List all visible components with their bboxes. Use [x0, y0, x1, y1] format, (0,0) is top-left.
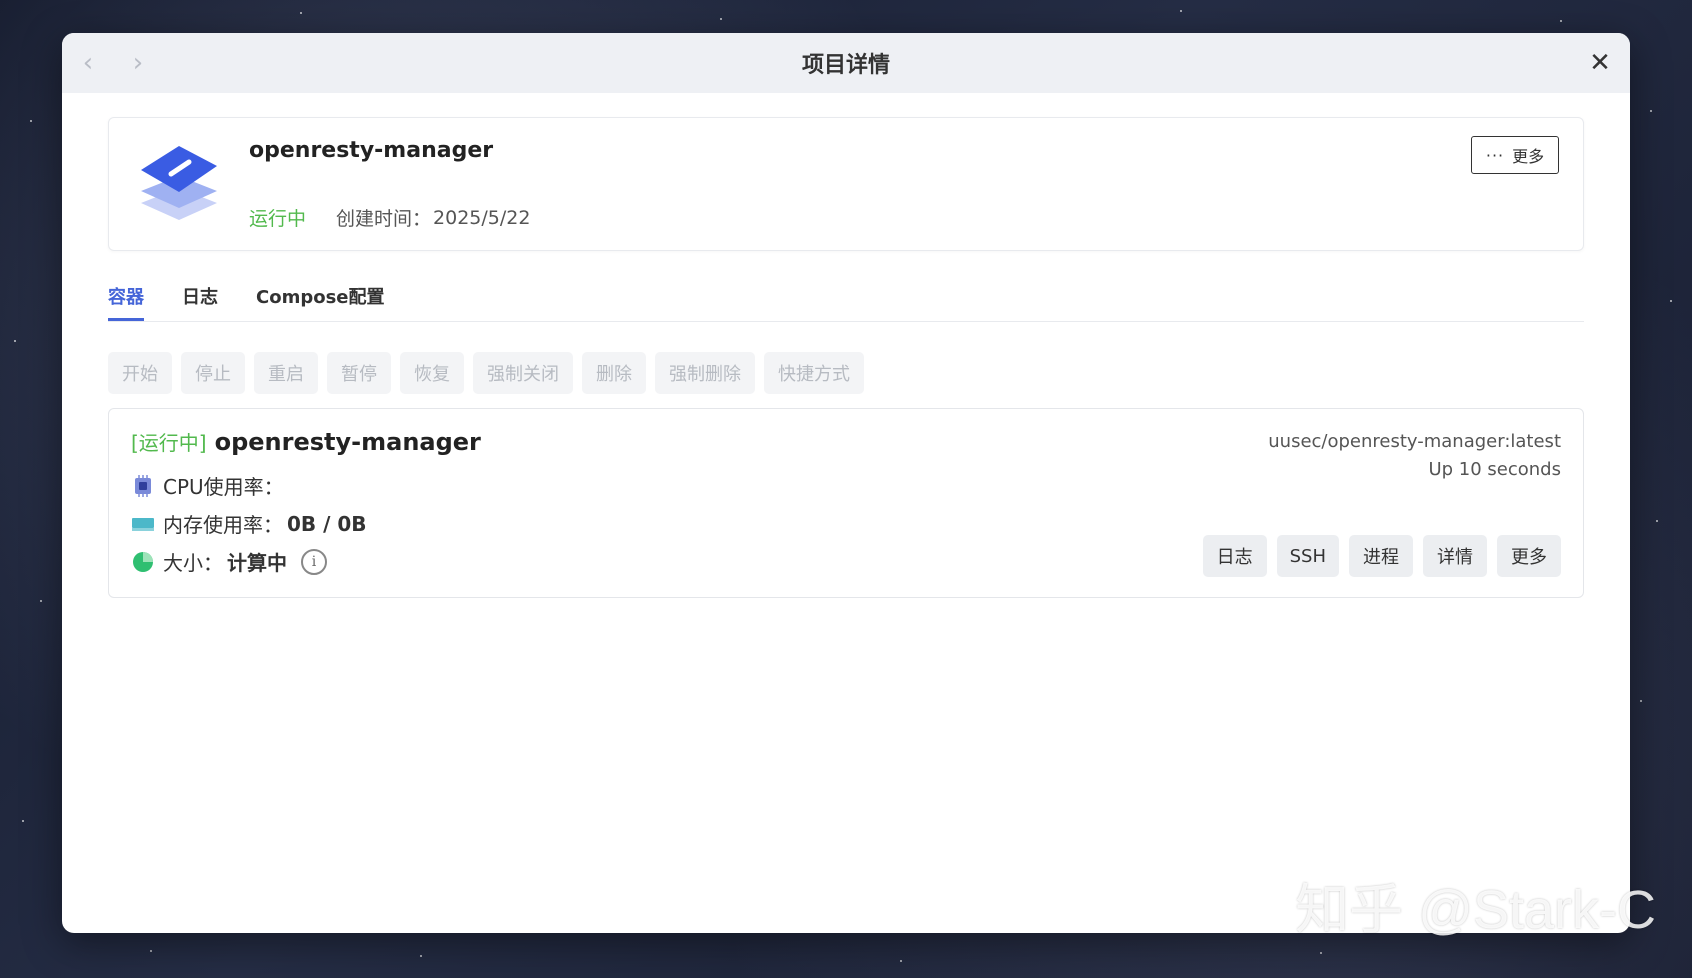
- delete-button[interactable]: 删除: [582, 352, 646, 394]
- forward-button[interactable]: ›: [122, 47, 154, 79]
- project-details-window: ‹ › 项目详情 ✕ openresty-manager 运行中 创建时间： 2…: [62, 33, 1630, 933]
- container-image: uusec/openresty-manager:latest: [1268, 431, 1561, 452]
- cpu-usage-row: CPU使用率：: [131, 471, 288, 500]
- container-status: [运行中]: [131, 431, 207, 455]
- container-uptime: Up 10 seconds: [1428, 459, 1561, 480]
- tab-bar: 容器 日志 Compose配置: [108, 279, 1584, 322]
- tab-compose-config[interactable]: Compose配置: [256, 283, 385, 321]
- size-value: 计算中: [227, 551, 287, 575]
- cpu-chip-icon: [131, 474, 155, 498]
- container-name: openresty-manager: [214, 428, 481, 456]
- title-bar: ‹ › 项目详情 ✕: [62, 33, 1630, 93]
- content-area: openresty-manager 运行中 创建时间： 2025/5/22 ··…: [62, 93, 1630, 598]
- cpu-usage-label: CPU使用率：: [163, 475, 284, 499]
- project-meta: 运行中 创建时间： 2025/5/22: [249, 204, 530, 231]
- window-title: 项目详情: [801, 53, 890, 78]
- chevron-left-icon: ‹: [82, 48, 94, 78]
- project-status: 运行中: [249, 208, 307, 230]
- memory-icon: [131, 512, 155, 536]
- memory-usage-label: 内存使用率：: [163, 513, 283, 537]
- container-title: [运行中] openresty-manager: [131, 427, 481, 456]
- force-stop-button[interactable]: 强制关闭: [473, 352, 573, 394]
- memory-usage-row: 内存使用率： 0B / 0B: [131, 509, 367, 538]
- created-label: 创建时间：: [336, 208, 432, 230]
- info-icon[interactable]: i: [301, 548, 327, 575]
- tab-logs[interactable]: 日志: [182, 283, 218, 321]
- container-logs-button[interactable]: 日志: [1202, 535, 1267, 577]
- memory-usage-value: 0B / 0B: [287, 511, 367, 536]
- size-row: 大小： 计算中 i: [131, 547, 327, 576]
- created-value: 2025/5/22: [433, 206, 531, 229]
- project-name: openresty-manager: [249, 138, 494, 163]
- chevron-right-icon: ›: [132, 48, 144, 78]
- stop-button[interactable]: 停止: [181, 352, 245, 394]
- pause-button[interactable]: 暂停: [327, 352, 391, 394]
- tab-containers[interactable]: 容器: [108, 283, 144, 321]
- pie-chart-icon: [131, 550, 155, 574]
- close-button[interactable]: ✕: [1584, 47, 1616, 79]
- container-card: [运行中] openresty-manager uusec/openresty-…: [108, 408, 1584, 598]
- close-icon: ✕: [1589, 48, 1611, 78]
- force-delete-button[interactable]: 强制删除: [655, 352, 755, 394]
- stack-layers-icon: [141, 146, 217, 220]
- resume-button[interactable]: 恢复: [400, 352, 464, 394]
- start-button[interactable]: 开始: [108, 352, 172, 394]
- container-ssh-button[interactable]: SSH: [1276, 535, 1339, 577]
- container-more-button[interactable]: 更多: [1497, 535, 1561, 577]
- project-more-button[interactable]: ··· 更多: [1471, 136, 1559, 174]
- back-button[interactable]: ‹: [72, 47, 104, 79]
- container-actions: 日志 SSH 进程 详情 更多: [1202, 535, 1561, 577]
- size-label: 大小：: [163, 551, 223, 575]
- project-more-label: 更多: [1512, 147, 1545, 166]
- restart-button[interactable]: 重启: [254, 352, 318, 394]
- project-card: openresty-manager 运行中 创建时间： 2025/5/22 ··…: [108, 117, 1584, 251]
- more-dots-icon: ···: [1485, 145, 1505, 165]
- watermark: 知乎 @Stark-C: [1295, 880, 1656, 940]
- shortcut-button[interactable]: 快捷方式: [764, 352, 864, 394]
- container-action-bar: 开始 停止 重启 暂停 恢复 强制关闭 删除 强制删除 快捷方式: [108, 352, 1584, 394]
- container-details-button[interactable]: 详情: [1423, 535, 1487, 577]
- container-processes-button[interactable]: 进程: [1349, 535, 1413, 577]
